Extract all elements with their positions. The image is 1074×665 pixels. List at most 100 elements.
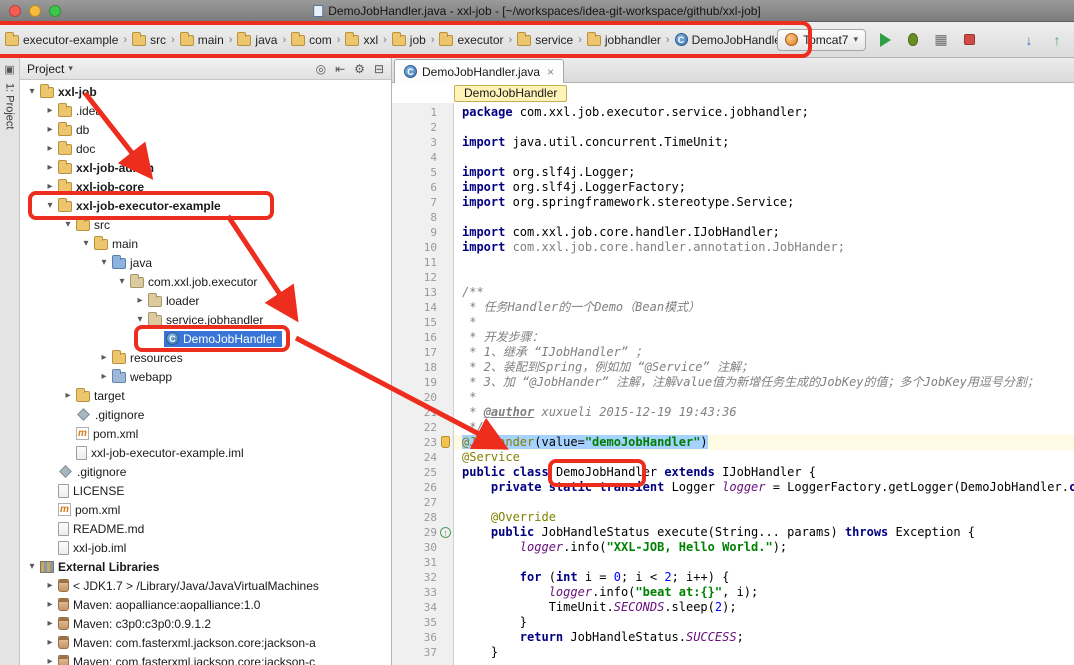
chevron-collapsed-icon[interactable]: ▸ xyxy=(44,637,56,648)
line-number[interactable]: 16 xyxy=(424,331,437,344)
line-number[interactable]: 37 xyxy=(424,646,437,659)
breadcrumb-item[interactable]: com xyxy=(289,32,334,48)
gutter-line[interactable]: 27 xyxy=(392,495,453,510)
line-number[interactable]: 14 xyxy=(424,301,437,314)
run-configuration-selector[interactable]: Tomcat7 ▾ xyxy=(777,29,866,51)
tree-item[interactable]: ▸resources xyxy=(20,348,391,367)
tree-item[interactable]: .gitignore xyxy=(20,462,391,481)
chevron-down-icon[interactable]: ▾ xyxy=(68,63,73,74)
gutter-line[interactable]: 22 xyxy=(392,420,453,435)
code-line[interactable]: } xyxy=(454,615,1074,630)
chevron-expanded-icon[interactable]: ▾ xyxy=(26,86,38,97)
tree-item[interactable]: ▸.idea xyxy=(20,101,391,120)
breadcrumb-item[interactable]: src xyxy=(130,32,168,48)
line-number[interactable]: 4 xyxy=(430,151,437,164)
code-line[interactable]: return JobHandleStatus.SUCCESS; xyxy=(454,630,1074,645)
line-number[interactable]: 12 xyxy=(424,271,437,284)
breadcrumb-item[interactable]: job xyxy=(390,32,428,48)
breadcrumb-item[interactable]: CDemoJobHandler xyxy=(673,32,778,48)
tree-item[interactable]: README.md xyxy=(20,519,391,538)
gutter-line[interactable]: 8 xyxy=(392,210,453,225)
chevron-collapsed-icon[interactable]: ▸ xyxy=(98,352,110,363)
chevron-expanded-icon[interactable]: ▾ xyxy=(44,200,56,211)
line-number[interactable]: 17 xyxy=(424,346,437,359)
line-number[interactable]: 21 xyxy=(424,406,437,419)
line-number[interactable]: 1 xyxy=(430,106,437,119)
line-number[interactable]: 15 xyxy=(424,316,437,329)
code-line[interactable]: * 开发步骤： xyxy=(454,330,1074,345)
line-number[interactable]: 29 xyxy=(424,526,437,539)
gutter-line[interactable]: 18 xyxy=(392,360,453,375)
gutter-line[interactable]: 13 xyxy=(392,285,453,300)
chevron-collapsed-icon[interactable]: ▸ xyxy=(44,105,56,116)
code-line[interactable]: * @author xuxueli 2015-12-19 19:43:36 xyxy=(454,405,1074,420)
breadcrumb-item[interactable]: jobhandler xyxy=(585,32,663,48)
gutter-line[interactable]: 29↑ xyxy=(392,525,453,540)
breadcrumb-item[interactable]: xxl xyxy=(343,32,380,48)
collapse-all-icon[interactable]: ⇤ xyxy=(335,62,345,76)
line-number[interactable]: 36 xyxy=(424,631,437,644)
gutter-line[interactable]: 28 xyxy=(392,510,453,525)
code-line[interactable]: logger.info("beat at:{}", i); xyxy=(454,585,1074,600)
gutter-line[interactable]: 19 xyxy=(392,375,453,390)
tree-item[interactable]: ▸Maven: com.fasterxml.jackson.core:jacks… xyxy=(20,652,391,665)
tree-item[interactable]: ▸webapp xyxy=(20,367,391,386)
tree-item[interactable]: ▾src xyxy=(20,215,391,234)
breadcrumb-item[interactable]: main xyxy=(178,32,226,48)
line-number[interactable]: 30 xyxy=(424,541,437,554)
line-number[interactable]: 35 xyxy=(424,616,437,629)
vcs-commit-icon[interactable]: ↑ xyxy=(1048,31,1066,49)
gutter-line[interactable]: 21 xyxy=(392,405,453,420)
gutter-line[interactable]: 14 xyxy=(392,300,453,315)
line-number[interactable]: 9 xyxy=(430,226,437,239)
tree-item[interactable]: CDemoJobHandler xyxy=(20,329,391,348)
title-bar[interactable]: DemoJobHandler.java - xxl-job - [~/works… xyxy=(0,0,1074,22)
editor-breadcrumb-class[interactable]: DemoJobHandler xyxy=(454,85,567,102)
code-line[interactable]: import org.springframework.stereotype.Se… xyxy=(454,195,1074,210)
vcs-update-icon[interactable]: ↓ xyxy=(1020,31,1038,49)
line-number[interactable]: 33 xyxy=(424,586,437,599)
tree-item[interactable]: ▾xxl-job-executor-example xyxy=(20,196,391,215)
line-number[interactable]: 19 xyxy=(424,376,437,389)
chevron-collapsed-icon[interactable]: ▸ xyxy=(44,656,56,665)
code-line[interactable]: * 3、加 “@JobHander” 注解，注解value值为新增任务生成的Jo… xyxy=(454,375,1074,390)
chevron-expanded-icon[interactable]: ▾ xyxy=(62,219,74,230)
gutter-line[interactable]: 15 xyxy=(392,315,453,330)
line-number[interactable]: 11 xyxy=(424,256,437,269)
gutter-line[interactable]: 1 xyxy=(392,105,453,120)
gutter-line[interactable]: 6 xyxy=(392,180,453,195)
gutter-line[interactable]: 3 xyxy=(392,135,453,150)
project-panel-title[interactable]: Project xyxy=(27,62,64,76)
line-number[interactable]: 3 xyxy=(430,136,437,149)
chevron-collapsed-icon[interactable]: ▸ xyxy=(134,295,146,306)
chevron-collapsed-icon[interactable]: ▸ xyxy=(44,599,56,610)
minimize-window-button[interactable] xyxy=(29,5,41,17)
tree-item[interactable]: ▸< JDK1.7 > /Library/Java/JavaVirtualMac… xyxy=(20,576,391,595)
chevron-collapsed-icon[interactable]: ▸ xyxy=(44,143,56,154)
gutter-line[interactable]: 17 xyxy=(392,345,453,360)
code-line[interactable] xyxy=(454,150,1074,165)
gutter-line[interactable]: 20 xyxy=(392,390,453,405)
code-line[interactable]: package com.xxl.job.executor.service.job… xyxy=(454,105,1074,120)
settings-gear-icon[interactable]: ⚙ xyxy=(354,62,365,76)
tree-item[interactable]: ▸db xyxy=(20,120,391,139)
tree-item[interactable]: LICENSE xyxy=(20,481,391,500)
code-line[interactable]: import com.xxl.job.core.handler.IJobHand… xyxy=(454,225,1074,240)
line-number[interactable]: 13 xyxy=(424,286,437,299)
line-number[interactable]: 2 xyxy=(430,121,437,134)
gutter-line[interactable]: 12 xyxy=(392,270,453,285)
editor-tab[interactable]: C DemoJobHandler.java × xyxy=(394,59,564,83)
code-line[interactable]: @JobHander(value="demoJobHandler") xyxy=(454,435,1074,450)
line-number[interactable]: 7 xyxy=(430,196,437,209)
gutter-line[interactable]: 16 xyxy=(392,330,453,345)
tree-item[interactable]: ▸target xyxy=(20,386,391,405)
gutter-line[interactable]: 2 xyxy=(392,120,453,135)
line-number[interactable]: 10 xyxy=(424,241,437,254)
gutter-line[interactable]: 32 xyxy=(392,570,453,585)
breadcrumb-item[interactable]: executor-example xyxy=(3,32,120,48)
code-line[interactable]: for (int i = 0; i < 2; i++) { xyxy=(454,570,1074,585)
code-line[interactable] xyxy=(454,270,1074,285)
breadcrumb-item[interactable]: executor xyxy=(437,32,505,48)
line-number[interactable]: 28 xyxy=(424,511,437,524)
chevron-expanded-icon[interactable]: ▾ xyxy=(116,276,128,287)
